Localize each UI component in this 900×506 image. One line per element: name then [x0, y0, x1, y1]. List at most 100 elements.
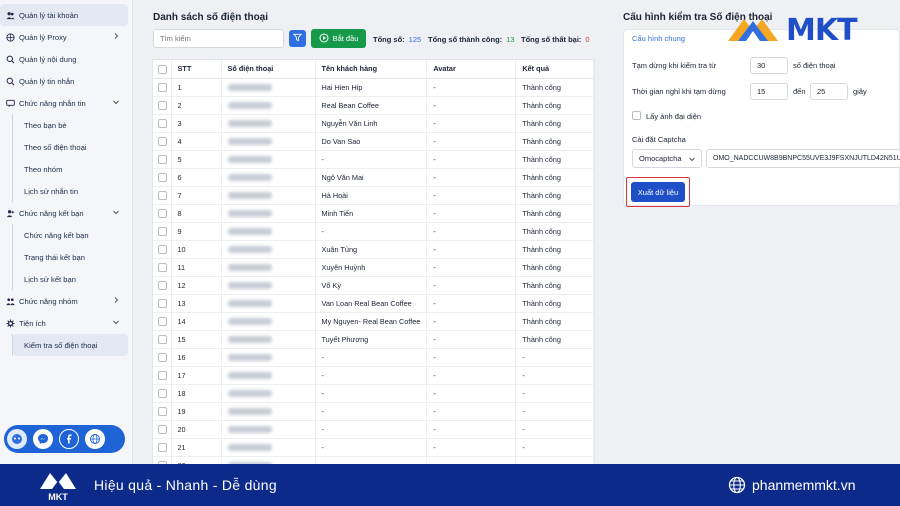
- cell-customer: -: [315, 366, 428, 385]
- sidebar-item-proxy[interactable]: Quản lý Proxy: [0, 26, 128, 48]
- table-row[interactable]: 13 Van Loan Real Bean Coffee - Thành công: [153, 294, 594, 313]
- support-bot-icon[interactable]: [7, 429, 27, 449]
- table-row[interactable]: 15 Tuyết Phương - Thành công: [153, 330, 594, 349]
- chevron-down-icon: [112, 208, 120, 216]
- proxy-icon: [6, 32, 15, 42]
- table-row[interactable]: 19- - -: [153, 402, 594, 421]
- table-row[interactable]: 16- - -: [153, 348, 594, 367]
- row-checkbox[interactable]: [153, 150, 172, 169]
- sidebar-subitem-add-friend[interactable]: Chức năng kết bạn: [13, 224, 128, 246]
- row-checkbox[interactable]: [153, 186, 172, 205]
- sidebar-subitem-by-friends[interactable]: Theo bạn bè: [13, 114, 128, 136]
- sidebar-item-messages[interactable]: Quản lý tin nhắn: [0, 70, 128, 92]
- row-checkbox[interactable]: [153, 114, 172, 133]
- sidebar-subitem-check-phone[interactable]: Kiểm tra số điện thoại: [13, 334, 128, 356]
- sidebar-item-messaging[interactable]: Chức năng nhắn tin: [0, 92, 128, 114]
- table-row[interactable]: 10 Xuân Tùng - Thành công: [153, 240, 594, 259]
- sidebar-subitem-friend-history[interactable]: Lịch sử kết bạn: [13, 268, 128, 290]
- cell-result: Thành công: [515, 168, 594, 187]
- chevron-down-icon: [688, 155, 696, 165]
- row-checkbox[interactable]: [153, 258, 172, 277]
- sidebar-subitem-message-history[interactable]: Lịch sử nhắn tin: [13, 180, 128, 202]
- row-checkbox[interactable]: [153, 384, 172, 403]
- row-checkbox[interactable]: [153, 204, 172, 223]
- row-checkbox[interactable]: [153, 294, 172, 313]
- cell-customer: -: [315, 402, 428, 421]
- footer-website: phanmemmkt.vn: [752, 477, 856, 493]
- rest-from-input[interactable]: 15: [750, 83, 788, 100]
- captcha-key-input[interactable]: OMO_NADCCUW8B9BNPC55UVE3J9FSXNJUTLD42N51…: [706, 149, 900, 168]
- globe-icon[interactable]: [85, 429, 105, 449]
- rest-to-input[interactable]: 25: [810, 83, 848, 100]
- cell-avatar: -: [426, 348, 517, 367]
- search-input[interactable]: [153, 29, 284, 48]
- table-row[interactable]: 20- - -: [153, 420, 594, 439]
- cell-avatar: -: [426, 420, 517, 439]
- sidebar-item-label: Chức năng kết bạn: [19, 208, 84, 218]
- captcha-provider-select[interactable]: Omocaptcha: [632, 149, 702, 168]
- pause-after-input[interactable]: 30: [750, 57, 788, 74]
- cell-result: -: [515, 438, 594, 457]
- cell-result: Thành công: [515, 222, 594, 241]
- cell-avatar: -: [426, 294, 517, 313]
- table-row[interactable]: 2 Real Bean Coffee - Thành công: [153, 96, 594, 115]
- sidebar-item-friends[interactable]: Chức năng kết bạn: [0, 202, 128, 224]
- sidebar-subitem-by-phone[interactable]: Theo số điện thoại: [13, 136, 128, 158]
- globe-icon: [728, 476, 746, 494]
- table-row[interactable]: 5- - Thành công: [153, 150, 594, 169]
- table-row[interactable]: 9- - Thành công: [153, 222, 594, 241]
- table-row[interactable]: 21- - -: [153, 438, 594, 457]
- cell-avatar: -: [426, 366, 517, 385]
- row-checkbox[interactable]: [153, 330, 172, 349]
- table-row[interactable]: 12 Võ Kỳ - Thành công: [153, 276, 594, 295]
- table-row[interactable]: 18- - -: [153, 384, 594, 403]
- start-button[interactable]: Bắt đầu: [311, 29, 366, 48]
- gear-icon: [6, 318, 15, 328]
- table-row[interactable]: 6 Ngô Văn Mai - Thành công: [153, 168, 594, 187]
- row-checkbox[interactable]: [153, 96, 172, 115]
- export-button[interactable]: Xuất dữ liệu: [631, 182, 685, 202]
- row-checkbox[interactable]: [153, 348, 172, 367]
- table-row[interactable]: 17- - -: [153, 366, 594, 385]
- sidebar-subitem-friend-status[interactable]: Trạng thái kết bạn: [13, 246, 128, 268]
- table-row[interactable]: 7 Hà Hoài - Thành công: [153, 186, 594, 205]
- row-checkbox[interactable]: [153, 402, 172, 421]
- sidebar-item-groups[interactable]: Chức năng nhóm: [0, 290, 128, 312]
- row-checkbox[interactable]: [153, 366, 172, 385]
- total-count: Tổng số: 125: [373, 35, 422, 44]
- row-checkbox[interactable]: [153, 276, 172, 295]
- row-checkbox[interactable]: [153, 132, 172, 151]
- cell-result: Thành công: [515, 204, 594, 223]
- table-row[interactable]: 3 Nguyễn Văn Linh - Thành công: [153, 114, 594, 133]
- page-title: Danh sách số điện thoại: [153, 12, 269, 23]
- sidebar-item-utilities[interactable]: Tiện ích: [0, 312, 128, 334]
- avatar-checkbox[interactable]: [632, 111, 641, 120]
- facebook-icon[interactable]: [59, 429, 79, 449]
- row-checkbox[interactable]: [153, 78, 172, 97]
- sidebar-item-label: Quản lý nội dung: [19, 54, 77, 64]
- row-checkbox[interactable]: [153, 240, 172, 259]
- message-icon: [6, 99, 15, 108]
- cell-avatar: -: [426, 402, 517, 421]
- table-row[interactable]: 11 Xuyên Huỳnh - Thành công: [153, 258, 594, 277]
- cell-customer: Ngô Văn Mai: [315, 168, 428, 187]
- sidebar-item-accounts[interactable]: Quản lý tài khoản: [0, 4, 128, 26]
- row-checkbox[interactable]: [153, 312, 172, 331]
- sidebar-subitem-by-group[interactable]: Theo nhóm: [13, 158, 128, 180]
- cell-phone-redacted: [221, 240, 316, 259]
- row-checkbox[interactable]: [153, 420, 172, 439]
- row-checkbox[interactable]: [153, 222, 172, 241]
- table-row[interactable]: 14 My Nguyen- Real Bean Coffee - Thành công: [153, 312, 594, 331]
- table-row[interactable]: 8 Minh Tiến - Thành công: [153, 204, 594, 223]
- cell-customer: My Nguyen- Real Bean Coffee: [315, 312, 428, 331]
- chevron-down-icon: [112, 98, 120, 106]
- messenger-icon[interactable]: [33, 429, 53, 449]
- export-highlight: Xuất dữ liệu: [626, 177, 690, 207]
- table-row[interactable]: 1 Hai Hien Hip - Thành công: [153, 78, 594, 97]
- row-checkbox[interactable]: [153, 168, 172, 187]
- row-checkbox[interactable]: [153, 438, 172, 457]
- select-all-checkbox[interactable]: [153, 60, 172, 79]
- filter-button[interactable]: [289, 30, 306, 47]
- sidebar-item-content[interactable]: Quản lý nội dung: [0, 48, 128, 70]
- table-row[interactable]: 4 Do Van Sao - Thành công: [153, 132, 594, 151]
